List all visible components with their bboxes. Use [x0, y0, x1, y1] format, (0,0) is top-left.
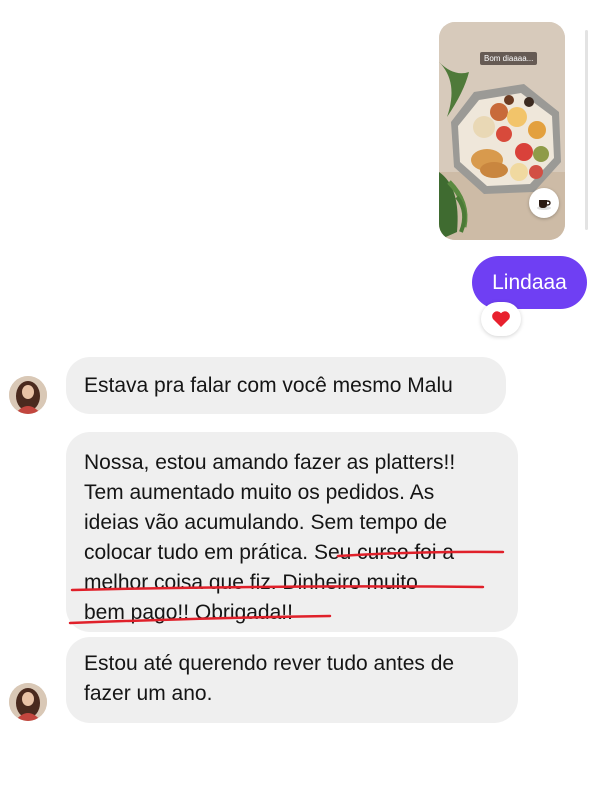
story-sticker-text: Bom diaaaa... [480, 52, 538, 65]
message-text: Estou até querendo rever tudo antes de [84, 652, 455, 675]
message-text: ideias vão acumulando. Sem tempo de [84, 511, 448, 534]
scroll-indicator [585, 30, 588, 230]
chat-thread: Bom diaaaa... Lindaaa Estava pra falar c… [0, 0, 600, 800]
heart-icon [492, 311, 510, 327]
outgoing-message-text: Lindaaa [492, 270, 567, 294]
avatar[interactable] [9, 683, 47, 721]
story-reply-thumbnail[interactable]: Bom diaaaa... [439, 22, 565, 240]
avatar[interactable] [9, 376, 47, 414]
message-text: Tem aumentado muito os pedidos. As [84, 481, 435, 504]
message-text: colocar tudo em prática. Seu curso foi a [84, 541, 455, 564]
outgoing-message-bubble[interactable]: Lindaaa [472, 256, 587, 309]
message-text: Nossa, estou amando fazer as platters!! [84, 451, 456, 474]
incoming-message-bubble[interactable]: Nossa, estou amando fazer as platters!! … [66, 432, 518, 632]
message-text: melhor coisa que fiz. Dinheiro muito [84, 571, 418, 594]
incoming-message-bubble[interactable]: Estou até querendo rever tudo antes de f… [66, 637, 518, 723]
incoming-message-bubble[interactable]: Estava pra falar com você mesmo Malu [66, 357, 506, 414]
message-text: Estava pra falar com você mesmo Malu [84, 373, 453, 397]
coffee-cup-icon [529, 188, 559, 218]
message-text: bem pago!! Obrigada!! [84, 601, 293, 624]
message-text: fazer um ano. [84, 682, 213, 705]
reaction-badge[interactable] [481, 302, 521, 336]
